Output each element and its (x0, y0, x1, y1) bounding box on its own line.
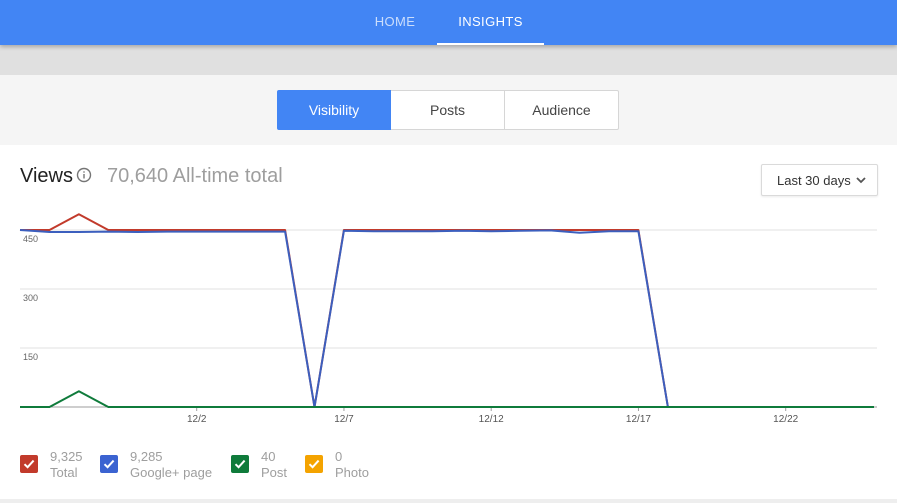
checkbox-icon[interactable] (100, 455, 118, 473)
series-line-post (20, 390, 874, 408)
info-circle-icon[interactable] (76, 167, 92, 183)
legend-value: 0 (335, 449, 343, 464)
views-line-chart: 150 300 450 12/2 12/7 12/12 12/17 12/22 (19, 213, 877, 425)
y-tick-label: 300 (23, 293, 38, 303)
legend-label: Photo (335, 465, 369, 480)
audience-tab-button[interactable]: Audience (504, 90, 619, 130)
x-tick-label: 12/22 (773, 414, 798, 425)
view-segment-control: Visibility Posts Audience (277, 90, 619, 130)
x-tick-label: 12/17 (626, 414, 651, 425)
legend-value: 9,325 (50, 449, 83, 464)
tab-insights[interactable]: INSIGHTS (437, 0, 544, 45)
all-time-total: 70,640 All-time total (107, 165, 283, 187)
tab-home[interactable]: HOME (355, 0, 435, 45)
y-tick-label: 450 (23, 234, 38, 244)
header-divider-band (0, 45, 897, 75)
x-tick-label: 12/12 (479, 414, 504, 425)
series-line-total (20, 213, 874, 408)
series-line-google-page (19, 229, 874, 408)
top-nav-bar: HOME INSIGHTS (0, 0, 897, 45)
date-range-label: Last 30 days (777, 172, 851, 188)
checkbox-icon[interactable] (305, 455, 323, 473)
y-tick-label: 150 (23, 352, 38, 362)
date-range-dropdown[interactable]: Last 30 days (761, 164, 878, 196)
chevron-down-icon (855, 174, 867, 186)
legend-label: Google+ page (130, 465, 213, 480)
x-tick-label: 12/2 (187, 414, 207, 425)
legend-value: 9,285 (130, 449, 163, 464)
x-tick-label: 12/7 (334, 414, 354, 425)
posts-tab-button[interactable]: Posts (390, 90, 505, 130)
legend-value: 40 (261, 449, 276, 464)
views-title: Views (20, 165, 73, 187)
legend-label: Post (261, 465, 288, 480)
visibility-tab-button[interactable]: Visibility (277, 90, 391, 130)
checkbox-icon[interactable] (231, 455, 249, 473)
checkbox-icon[interactable] (20, 455, 38, 473)
legend-label: Total (50, 465, 78, 480)
